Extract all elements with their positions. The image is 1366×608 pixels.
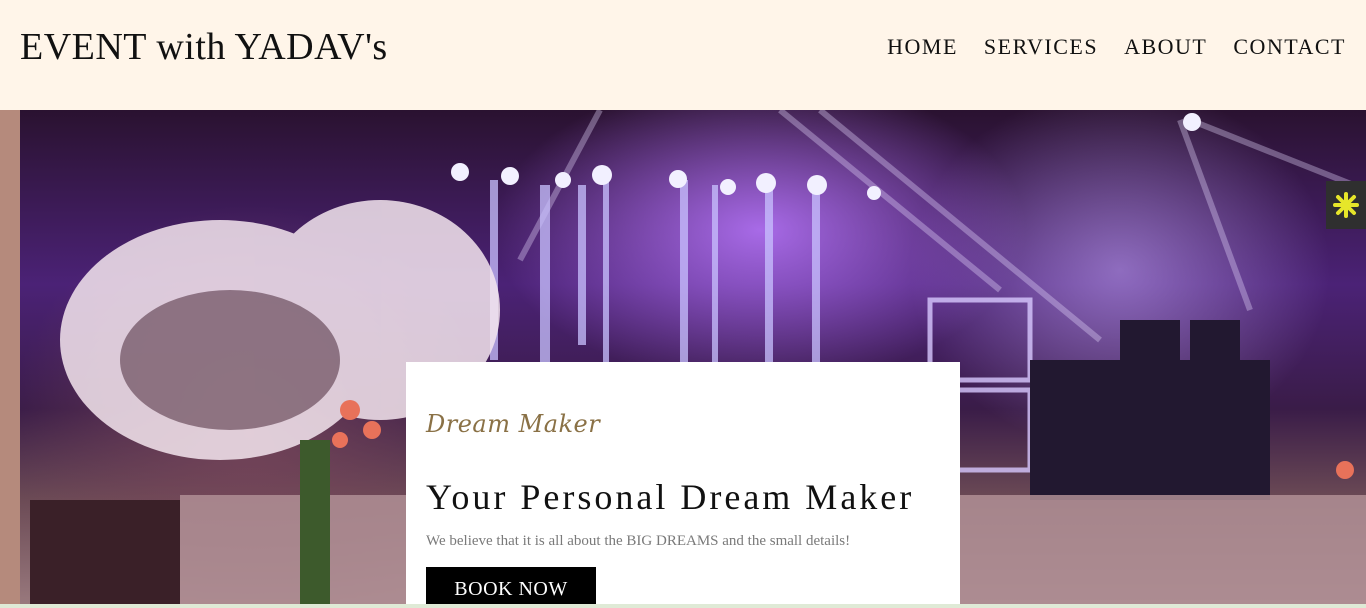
hero-left-edge — [0, 110, 20, 608]
nav-home[interactable]: HOME — [887, 34, 958, 60]
hero-title: Your Personal Dream Maker — [426, 477, 915, 517]
brand-logo[interactable]: EVENT with YADAV's — [20, 25, 388, 69]
hero-banner-image: Dream Maker Your Personal Dream Maker We… — [0, 110, 1366, 608]
main-nav: HOME SERVICES ABOUT CONTACT — [887, 34, 1346, 60]
book-now-button[interactable]: BOOK NOW — [426, 567, 596, 608]
asterisk-icon — [1333, 192, 1359, 218]
side-widget[interactable] — [1326, 181, 1366, 229]
hero-kicker: Dream Maker — [426, 410, 601, 438]
hero-card: Dream Maker Your Personal Dream Maker We… — [406, 362, 960, 608]
nav-about[interactable]: ABOUT — [1124, 34, 1207, 60]
hero-tagline: We believe that it is all about the BIG … — [426, 533, 851, 549]
bottom-strip — [0, 604, 1366, 608]
nav-contact[interactable]: CONTACT — [1233, 34, 1346, 60]
site-header: EVENT with YADAV's HOME SERVICES ABOUT C… — [0, 0, 1366, 110]
nav-services[interactable]: SERVICES — [984, 34, 1098, 60]
